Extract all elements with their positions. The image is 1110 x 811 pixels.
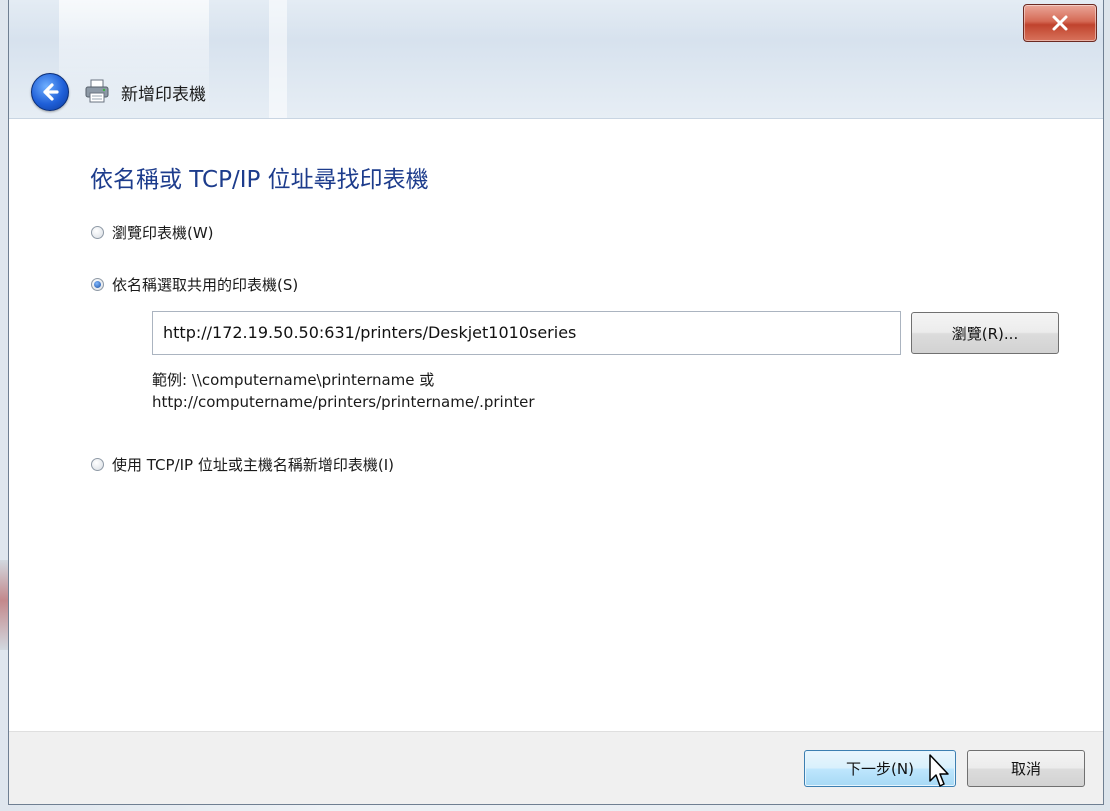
background-window-edge bbox=[0, 560, 8, 650]
option-select-shared-printer[interactable]: 依名稱選取共用的印表機(S) bbox=[91, 274, 298, 295]
back-button[interactable] bbox=[31, 73, 69, 111]
option-browse-printers[interactable]: 瀏覽印表機(W) bbox=[91, 222, 214, 243]
radio-select-shared-printer[interactable] bbox=[91, 278, 104, 291]
option-label: 瀏覽印表機(W) bbox=[112, 224, 214, 242]
close-x-icon bbox=[1052, 15, 1068, 31]
example-hint: 範例: \\computername\printername 或 http://… bbox=[152, 369, 535, 413]
example-line: 範例: \\computername\printername 或 bbox=[152, 371, 435, 389]
example-line: http://computername/printers/printername… bbox=[152, 393, 535, 411]
option-label: 依名稱選取共用的印表機(S) bbox=[112, 276, 299, 294]
back-arrow-icon bbox=[43, 83, 59, 101]
radio-browse-printers[interactable] bbox=[91, 226, 104, 239]
cancel-button[interactable]: 取消 bbox=[967, 750, 1085, 787]
add-printer-dialog: 新增印表機 依名稱或 TCP/IP 位址尋找印表機 瀏覽印表機(W) 依名稱選取… bbox=[8, 0, 1104, 805]
close-button[interactable] bbox=[1023, 4, 1097, 42]
window-title: 新增印表機 bbox=[121, 85, 206, 105]
printer-icon bbox=[85, 79, 109, 103]
option-tcpip-hostname[interactable]: 使用 TCP/IP 位址或主機名稱新增印表機(I) bbox=[91, 454, 394, 475]
mouse-cursor-icon bbox=[929, 754, 949, 787]
page-title: 依名稱或 TCP/IP 位址尋找印表機 bbox=[90, 167, 429, 193]
wizard-content: 依名稱或 TCP/IP 位址尋找印表機 瀏覽印表機(W) 依名稱選取共用的印表機… bbox=[9, 118, 1103, 732]
browse-button[interactable]: 瀏覽(R)... bbox=[911, 312, 1059, 354]
dialog-header: 新增印表機 bbox=[9, 62, 1103, 118]
option-label: 使用 TCP/IP 位址或主機名稱新增印表機(I) bbox=[112, 456, 394, 474]
radio-tcpip-hostname[interactable] bbox=[91, 458, 104, 471]
shared-printer-path-input[interactable]: http://172.19.50.50:631/printers/Deskjet… bbox=[152, 311, 901, 355]
